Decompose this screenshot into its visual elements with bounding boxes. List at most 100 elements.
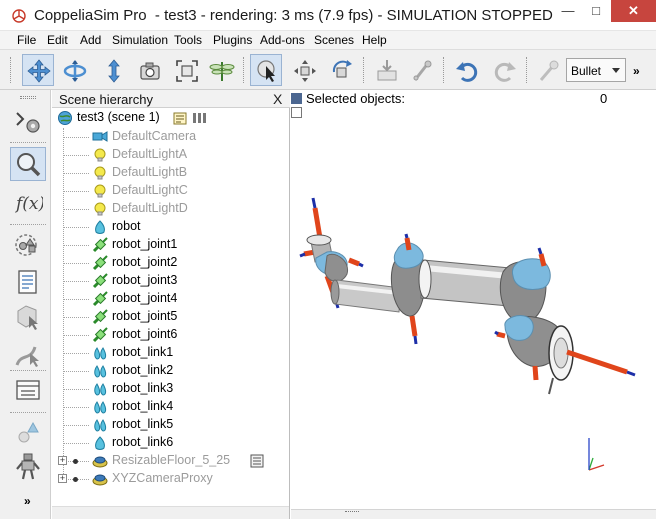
gizmo-x-axis xyxy=(588,464,605,471)
tree-connector xyxy=(63,317,89,318)
tree-item[interactable]: DefaultLightB xyxy=(92,164,282,182)
tree-item-label: robot_link4 xyxy=(112,399,174,413)
collections-button[interactable] xyxy=(10,228,46,262)
scene-object-properties-button[interactable] xyxy=(10,104,46,138)
selection-button[interactable] xyxy=(10,372,46,406)
globe-icon xyxy=(58,111,72,125)
tree-item[interactable]: robot_joint2 xyxy=(92,254,282,272)
axis-x-marker xyxy=(312,207,323,239)
object-rotate-button[interactable] xyxy=(325,54,357,86)
menu-addons[interactable]: Add-ons xyxy=(260,33,305,47)
minimize-button[interactable]: — xyxy=(553,0,583,22)
tree-item[interactable]: robot_link2 xyxy=(92,362,282,380)
cursor-select-icon xyxy=(257,60,275,82)
menu-simulation[interactable]: Simulation xyxy=(112,33,168,47)
shape-icon xyxy=(95,220,105,234)
tree-connector xyxy=(63,443,89,444)
compound-shape-icon xyxy=(94,347,107,360)
camera-angle-button[interactable] xyxy=(133,54,165,86)
tree-item[interactable]: robot xyxy=(92,218,282,236)
tree-item[interactable]: DefaultLightD xyxy=(92,200,282,218)
scene-hierarchy-header: Scene hierarchy X xyxy=(52,90,290,108)
tree-connector xyxy=(63,173,89,174)
tree-item[interactable]: robot_link6 xyxy=(92,434,282,452)
tree-item[interactable]: robot_link1 xyxy=(92,344,282,362)
dragonfly-icon xyxy=(209,62,235,81)
camera-shift-button[interactable] xyxy=(97,54,129,86)
left-toolbar-separator xyxy=(10,412,46,413)
tree-expand-toggle[interactable]: + xyxy=(58,456,67,465)
undo-button[interactable] xyxy=(450,54,482,86)
tree-item[interactable]: robot_link3 xyxy=(92,380,282,398)
shape-icon xyxy=(95,436,105,450)
chevron-down-icon xyxy=(612,68,620,73)
click-selection-button[interactable] xyxy=(250,54,282,86)
shapes-icon xyxy=(18,421,39,443)
axis-z-marker xyxy=(537,247,543,255)
scene-viewport[interactable]: Selected objects: 0 xyxy=(291,90,656,509)
tree-item[interactable]: robot_link4 xyxy=(92,398,282,416)
calculation-modules-button[interactable]: f(x) xyxy=(10,184,46,218)
tree-item[interactable]: XYZCameraProxy xyxy=(92,470,282,488)
menu-help[interactable]: Help xyxy=(362,33,387,47)
tree-expand-toggle[interactable]: + xyxy=(58,474,67,483)
left-toolbar-more-button[interactable]: » xyxy=(24,494,31,508)
child-script-icon[interactable] xyxy=(250,454,264,468)
dynamics-toggle-button[interactable] xyxy=(532,54,564,86)
model-browser-button[interactable] xyxy=(10,147,46,181)
assemble-button[interactable] xyxy=(205,54,237,86)
assemble-icon xyxy=(377,60,397,81)
compound-shape-icon xyxy=(94,365,107,378)
tree-connector xyxy=(63,425,89,426)
robot-models-button[interactable] xyxy=(10,448,46,482)
tree-item[interactable]: robot_link5 xyxy=(92,416,282,434)
main-toolbar xyxy=(0,50,656,90)
menu-edit[interactable]: Edit xyxy=(47,33,68,47)
transfer-dna-button[interactable] xyxy=(405,54,437,86)
robot-base-top xyxy=(306,234,332,246)
model-icon xyxy=(92,456,108,468)
object-shift-button[interactable] xyxy=(288,54,320,86)
tree-item-label: DefaultLightD xyxy=(112,201,188,215)
tree-item[interactable]: robot_joint4 xyxy=(92,290,282,308)
shape-edit-icon xyxy=(17,305,38,330)
tree-item[interactable]: robot_joint3 xyxy=(92,272,282,290)
physics-engine-select[interactable]: Bullet xyxy=(566,58,626,82)
camera-rotate-button[interactable] xyxy=(58,54,90,86)
object-material-button[interactable] xyxy=(10,414,46,448)
menu-plugins[interactable]: Plugins xyxy=(213,33,252,47)
menu-tools[interactable]: Tools xyxy=(174,33,202,47)
status-bar-grip[interactable] xyxy=(345,511,359,513)
camera-icon xyxy=(92,131,108,142)
tree-scene-root[interactable]: test3 (scene 1) xyxy=(57,109,282,127)
camera-pan-button[interactable] xyxy=(22,54,54,86)
scripts-button[interactable] xyxy=(10,264,46,298)
hierarchy-horizontal-scrollbar[interactable] xyxy=(52,506,289,519)
menu-add[interactable]: Add xyxy=(80,33,101,47)
close-window-button[interactable]: ✕ xyxy=(611,0,656,22)
assemble-objects-button[interactable] xyxy=(370,54,402,86)
tree-item[interactable]: DefaultLightA xyxy=(92,146,282,164)
camera-icon xyxy=(140,62,160,80)
toolbar-more-button[interactable]: » xyxy=(633,64,640,78)
menu-scenes[interactable]: Scenes xyxy=(314,33,354,47)
tree-item[interactable]: DefaultLightC xyxy=(92,182,282,200)
axis-x-marker xyxy=(496,331,506,339)
tree-item[interactable]: DefaultCamera xyxy=(92,128,282,146)
tree-item[interactable]: robot_joint5 xyxy=(92,308,282,326)
robot-arm-lower xyxy=(334,279,402,313)
tree-item[interactable]: robot_joint1 xyxy=(92,236,282,254)
close-icon[interactable]: X xyxy=(273,91,282,107)
tree-connector xyxy=(63,191,89,192)
model-dot-icon xyxy=(73,459,78,464)
customization-script-icon[interactable] xyxy=(192,111,208,125)
shapes-edit-button[interactable] xyxy=(10,298,46,332)
menu-file[interactable]: File xyxy=(17,33,36,47)
path-edit-button[interactable] xyxy=(10,336,46,370)
redo-button[interactable] xyxy=(488,54,520,86)
scene-script-icon[interactable] xyxy=(173,111,187,125)
left-toolbar-separator xyxy=(10,224,46,225)
maximize-button[interactable]: □ xyxy=(581,0,611,22)
fit-to-view-button[interactable] xyxy=(170,54,202,86)
tree-item[interactable]: robot_joint6 xyxy=(92,326,282,344)
